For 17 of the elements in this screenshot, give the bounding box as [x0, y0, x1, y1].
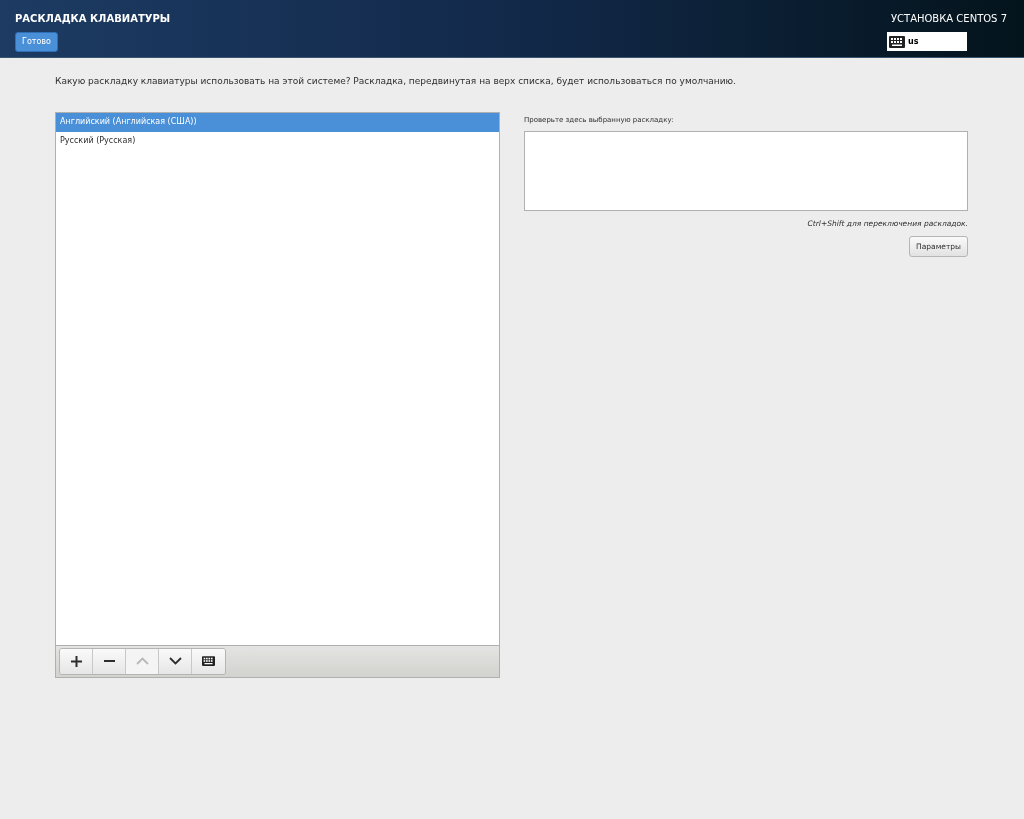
- layout-indicator[interactable]: us: [887, 32, 967, 51]
- keyboard-icon: [202, 656, 215, 666]
- keyboard-icon: [889, 35, 905, 48]
- layout-list-item[interactable]: Русский (Русская): [56, 131, 499, 151]
- toolbar-button[interactable]: [60, 648, 93, 674]
- minus-icon: [103, 660, 115, 662]
- toolbar-button[interactable]: [192, 648, 225, 674]
- test-input-field[interactable]: [524, 131, 968, 211]
- plus-icon: [70, 655, 82, 667]
- chevron-down-icon: [168, 657, 182, 665]
- chevron-up-icon: [135, 657, 149, 665]
- description-text: Какую раскладку клавиатуры использовать на этой системе? Раскладка, передвинутая на верх списка, будет использоваться по умолчанию.: [55, 75, 737, 88]
- toolbar-button[interactable]: [93, 648, 126, 674]
- layout-code: us: [908, 35, 919, 48]
- toolbar-button[interactable]: [159, 648, 192, 674]
- product-title: УСТАНОВКА CENTOS 7: [890, 12, 1007, 26]
- page-title: РАСКЛАДКА КЛАВИАТУРЫ: [15, 12, 171, 26]
